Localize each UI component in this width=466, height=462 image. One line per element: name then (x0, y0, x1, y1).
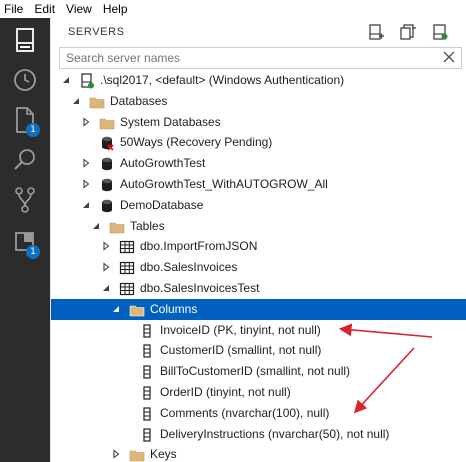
source-control-activity-button[interactable] (0, 180, 50, 220)
tree-item-keys[interactable]: Keys (51, 444, 466, 462)
tree-item-label: .\sql2017, <default> (Windows Authentica… (100, 73, 345, 87)
tree-item-label: InvoiceID (PK, tinyint, not null) (160, 322, 321, 337)
tree-item-deliveryinstructions-nvarchar-50-not-nul[interactable]: DeliveryInstructions (nvarchar(50), not … (51, 424, 466, 445)
tree-item-databases[interactable]: Databases (51, 91, 466, 112)
chevron-right-icon[interactable] (81, 179, 91, 189)
tree-item-demodatabase[interactable]: DemoDatabase (51, 195, 466, 216)
tree-item-label: dbo.SalesInvoices (140, 260, 238, 275)
tree-item-label: AutoGrowthTest_WithAUTOGROW_All (120, 177, 328, 191)
servers-icon (16, 28, 34, 52)
table-icon (119, 282, 135, 296)
folder-icon (109, 222, 125, 233)
active-connections-icon[interactable] (432, 24, 448, 40)
new-connection-icon[interactable] (368, 24, 384, 40)
tree-item-system-databases[interactable]: System Databases (51, 112, 466, 133)
explorer-badge: 1 (26, 123, 40, 137)
tree-item-label: System Databases (120, 114, 221, 129)
tree-item-label: dbo.SalesInvoicesTest (140, 281, 260, 295)
column-icon (143, 365, 151, 379)
folder-icon (89, 97, 105, 109)
chevron-down-icon[interactable] (71, 96, 81, 106)
tree-item-autogrowthtest[interactable]: AutoGrowthTest (51, 153, 466, 174)
database-icon (102, 178, 112, 192)
tree-item-label: DemoDatabase (120, 197, 204, 212)
tree-item-tables[interactable]: Tables (51, 216, 466, 237)
database-icon (102, 199, 112, 212)
chevron-right-icon[interactable] (101, 241, 111, 252)
tree-item-comments-nvarchar-100-null[interactable]: Comments (nvarchar(100), null) (51, 403, 466, 424)
tree-item-autogrowthtest-withautogrow-all[interactable]: AutoGrowthTest_WithAUTOGROW_All (51, 174, 466, 195)
tree-item-label: CustomerID (smallint, not null) (160, 343, 322, 358)
search-icon (14, 149, 35, 170)
folder-icon (129, 451, 145, 462)
tree-item-label: Columns (150, 301, 198, 316)
chevron-down-icon[interactable] (81, 200, 91, 210)
tree-item-dbo-importfromjson[interactable]: dbo.ImportFromJSON (51, 236, 466, 257)
chevron-right-icon[interactable] (81, 158, 91, 168)
tree-item-dbo-salesinvoices[interactable]: dbo.SalesInvoices (51, 257, 466, 278)
extensions-activity-button[interactable]: 1 (0, 222, 50, 262)
menu-bar: File Edit View Help (0, 0, 466, 18)
menu-file[interactable]: File (0, 0, 29, 18)
tree-item-orderid-tinyint-not-null[interactable]: OrderID (tinyint, not null) (51, 382, 466, 403)
chevron-down-icon[interactable] (111, 304, 121, 314)
database-icon (102, 157, 112, 171)
panel-header: SERVERS (51, 18, 466, 46)
chevron-right-icon[interactable] (111, 449, 121, 460)
column-icon (143, 386, 151, 400)
tree-item-50ways-recovery-pending[interactable]: 50Ways (Recovery Pending) (51, 132, 466, 153)
tree-item-sql2017-default-windows-authentication[interactable]: .\sql2017, <default> (Windows Authentica… (51, 70, 466, 91)
tree-item-label: DeliveryInstructions (nvarchar(50), not … (160, 426, 390, 441)
tree-item-label: OrderID (tinyint, not null) (160, 385, 291, 399)
folder-icon (129, 305, 145, 317)
folder-icon (99, 118, 115, 129)
menu-view[interactable]: View (61, 0, 98, 18)
column-icon (143, 427, 151, 442)
servers-panel: SERVERS .\sql2017, <default> (Windows Au… (50, 18, 466, 462)
search-activity-button[interactable] (0, 140, 50, 180)
new-server-group-icon[interactable] (400, 24, 416, 40)
menu-help[interactable]: Help (98, 0, 134, 18)
server-icon (81, 73, 94, 89)
tree-item-invoiceid-pk-tinyint-not-null[interactable]: InvoiceID (PK, tinyint, not null) (51, 320, 466, 341)
column-icon (143, 344, 151, 358)
chevron-down-icon[interactable] (101, 283, 111, 293)
tree-item-label: Databases (110, 93, 168, 108)
column-icon (143, 323, 151, 338)
extensions-badge: 1 (26, 245, 40, 259)
clear-search-icon[interactable] (443, 51, 455, 63)
clock-icon (14, 69, 36, 91)
database-error-icon (102, 137, 114, 152)
tree-item-label: 50Ways (Recovery Pending) (120, 135, 273, 150)
tree-item-label: Keys (150, 447, 177, 462)
tree-item-customerid-smallint-not-null[interactable]: CustomerID (smallint, not null) (51, 340, 466, 361)
servers-activity-button[interactable] (0, 20, 50, 60)
chevron-down-icon[interactable] (61, 75, 71, 85)
tree-item-billtocustomerid-smallint-not-null[interactable]: BillToCustomerID (smallint, not null) (51, 361, 466, 382)
menu-edit[interactable]: Edit (29, 0, 61, 18)
history-activity-button[interactable] (0, 60, 50, 100)
source-control-icon (15, 187, 35, 213)
table-icon (119, 241, 135, 254)
search-input[interactable] (60, 48, 430, 68)
tree-item-dbo-salesinvoicestest[interactable]: dbo.SalesInvoicesTest (51, 278, 466, 299)
column-icon (143, 407, 151, 421)
chevron-right-icon[interactable] (81, 116, 91, 127)
explorer-activity-button[interactable]: 1 (0, 100, 50, 140)
tree-item-label: dbo.ImportFromJSON (140, 239, 258, 254)
search-box (59, 47, 462, 69)
tree-item-label: Comments (nvarchar(100), null) (160, 405, 330, 420)
activity-bar: 1 1 (0, 18, 50, 462)
tree-item-columns[interactable]: Columns (51, 298, 466, 320)
tree-item-label: Tables (130, 218, 165, 233)
table-icon (119, 262, 135, 275)
panel-title: SERVERS (68, 26, 125, 38)
tree-item-label: BillToCustomerID (smallint, not null) (160, 364, 351, 379)
chevron-down-icon[interactable] (91, 221, 101, 231)
chevron-right-icon[interactable] (101, 262, 111, 272)
tree-item-label: AutoGrowthTest (120, 156, 206, 171)
